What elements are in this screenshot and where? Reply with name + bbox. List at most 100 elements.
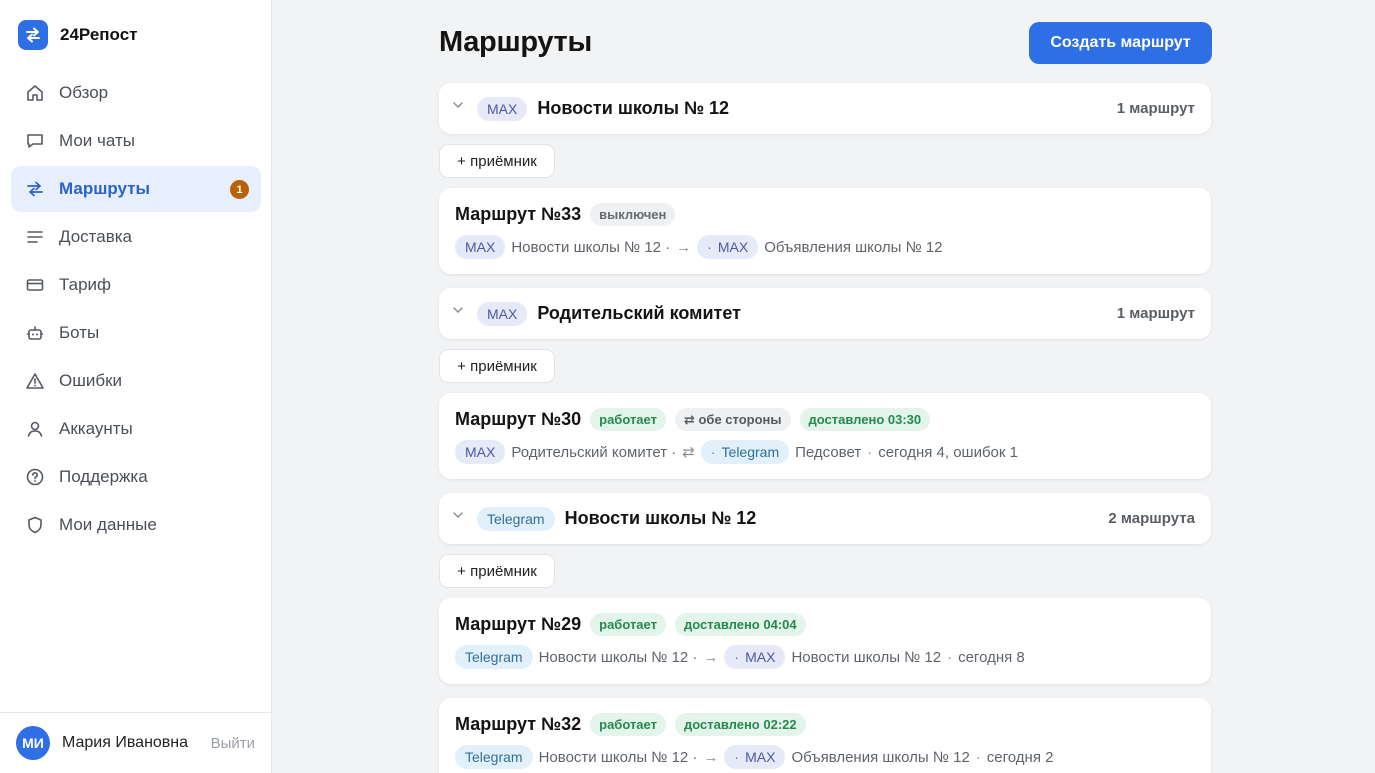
page-title: Маршруты	[439, 26, 592, 58]
group-route-count: 1 маршрут	[1116, 305, 1195, 322]
chevron-down-icon[interactable]	[453, 102, 465, 109]
sidebar-item-label: Доставка	[59, 227, 133, 246]
sidebar-item-accounts[interactable]: Аккаунты	[11, 406, 261, 452]
status-badge: работает	[590, 713, 666, 736]
sidebar-item-bots[interactable]: Боты	[11, 310, 261, 356]
route-stats: сегодня 8	[958, 648, 1025, 666]
shield-icon	[24, 514, 46, 536]
chat-icon	[24, 130, 46, 152]
home-icon	[24, 82, 46, 104]
warning-icon	[24, 370, 46, 392]
route-path: MAX Родительский комитет · ⇄ · Telegram П…	[455, 440, 1195, 464]
route-card[interactable]: Маршрут №30 работает ⇄ обе стороны доста…	[439, 393, 1211, 479]
sidebar-item-delivery[interactable]: Доставка	[11, 214, 261, 260]
sidebar-item-my-data[interactable]: Мои данные	[11, 502, 261, 548]
sidebar-item-label: Ошибки	[59, 371, 123, 390]
dot-icon: ·	[734, 749, 740, 765]
dot-icon: ·	[707, 239, 712, 255]
brand[interactable]: 24Репост	[18, 20, 138, 50]
sidebar-item-routes[interactable]: Маршруты 1	[11, 166, 261, 212]
platform-tag: MAX	[455, 440, 506, 464]
route-card[interactable]: Маршрут №32 работает доставлено 02:22 Te…	[439, 698, 1211, 773]
source-chat-name: Новости школы № 12 ·	[538, 748, 698, 766]
dot-icon: ·	[710, 444, 716, 460]
route-path: MAX Новости школы № 12 · → · MAX Объявлен…	[455, 235, 1195, 259]
route-stats: сегодня 4, ошибок 1	[878, 443, 1018, 461]
route-title: Маршрут №33	[455, 204, 582, 224]
platform-tag: MAX	[477, 301, 528, 326]
user-icon	[24, 418, 46, 440]
route-path: Telegram Новости школы № 12 · → · MAX Нов…	[455, 645, 1195, 669]
avatar[interactable]: МИ	[16, 726, 50, 760]
platform-tag: · MAX	[724, 645, 786, 669]
arrow-right-icon: →	[703, 748, 719, 766]
add-receiver-button[interactable]: + приёмник	[439, 144, 555, 178]
add-receiver-button[interactable]: + приёмник	[439, 554, 555, 588]
separator: ·	[975, 748, 981, 766]
status-badge: работает	[590, 613, 666, 636]
sidebar-item-label: Аккаунты	[59, 419, 133, 438]
sidebar-item-label: Тариф	[59, 275, 112, 294]
delivered-badge: доставлено 03:30	[799, 408, 931, 431]
chevron-down-icon[interactable]	[453, 307, 465, 314]
arrow-right-icon: →	[676, 238, 692, 256]
source-chat-name: Родительский комитет ·	[511, 443, 677, 461]
group-route-count: 1 маршрут	[1116, 100, 1195, 117]
bidirectional-arrow-icon: ⇄	[682, 444, 695, 461]
direction-badge: ⇄ обе стороны	[674, 408, 791, 431]
target-chat-name: Объявления школы № 12	[791, 748, 970, 766]
sidebar-item-label: Поддержка	[59, 467, 148, 486]
status-badge: работает	[590, 408, 666, 431]
logout-link[interactable]: Выйти	[211, 735, 255, 752]
dot-icon: ·	[734, 649, 740, 665]
sidebar-item-support[interactable]: Поддержка	[11, 454, 261, 500]
delivered-badge: доставлено 02:22	[674, 713, 806, 736]
sidebar-item-tariff[interactable]: Тариф	[11, 262, 261, 308]
create-route-button[interactable]: Создать маршрут	[1029, 22, 1212, 64]
route-group-header[interactable]: MAX Новости школы № 12 1 маршрут	[439, 83, 1211, 134]
sidebar-item-label: Маршруты	[59, 179, 151, 198]
sidebar-nav: Обзор Мои чаты Маршруты 1 Доставка Тариф…	[11, 70, 261, 550]
separator: ·	[867, 443, 873, 461]
arrow-right-icon: →	[703, 648, 719, 666]
list-icon	[24, 226, 46, 248]
group-title: Новости школы № 12	[564, 508, 757, 528]
platform-tag: · MAX	[697, 235, 759, 259]
route-group-header[interactable]: MAX Родительский комитет 1 маршрут	[439, 288, 1211, 339]
route-groups: MAX Новости школы № 12 1 маршрут + приём…	[439, 83, 1211, 773]
delivered-badge: доставлено 04:04	[674, 613, 806, 636]
platform-tag: Telegram	[455, 645, 533, 669]
route-title: Маршрут №30	[455, 409, 582, 429]
chevron-down-icon[interactable]	[453, 512, 465, 519]
route-card[interactable]: Маршрут №33 выключен MAX Новости школы №…	[439, 188, 1211, 274]
sidebar-item-errors[interactable]: Ошибки	[11, 358, 261, 404]
sidebar-item-label: Мои данные	[59, 515, 157, 534]
group-title: Новости школы № 12	[537, 98, 730, 118]
add-receiver-button[interactable]: + приёмник	[439, 349, 555, 383]
user-bar: МИ Мария Ивановна Выйти	[0, 712, 271, 773]
route-icon	[24, 178, 46, 200]
source-chat-name: Новости школы № 12 ·	[538, 648, 698, 666]
swap-arrows-icon	[18, 20, 48, 50]
bot-icon	[24, 322, 46, 344]
card-icon	[24, 274, 46, 296]
sidebar-item-label: Боты	[59, 323, 100, 342]
route-title: Маршрут №29	[455, 614, 582, 634]
brand-name: 24Репост	[60, 25, 138, 44]
platform-tag: Telegram	[477, 506, 555, 531]
route-group-header[interactable]: Telegram Новости школы № 12 2 маршрута	[439, 493, 1211, 544]
route-stats: сегодня 2	[986, 748, 1054, 766]
help-icon	[24, 466, 46, 488]
sidebar-item-chats[interactable]: Мои чаты	[11, 118, 261, 164]
sidebar-item-label: Мои чаты	[59, 131, 135, 150]
sidebar-item-overview[interactable]: Обзор	[11, 70, 261, 116]
group-title: Родительский комитет	[537, 303, 741, 323]
sidebar-item-label: Обзор	[59, 83, 109, 102]
route-card[interactable]: Маршрут №29 работает доставлено 04:04 Te…	[439, 598, 1211, 684]
platform-tag: MAX	[455, 235, 506, 259]
target-chat-name: Объявления школы № 12	[764, 238, 943, 256]
target-chat-name: Педсовет	[795, 443, 862, 461]
status-badge: выключен	[590, 203, 676, 226]
sidebar: 24Репост Обзор Мои чаты Маршруты 1 Доста…	[0, 0, 272, 773]
platform-tag: Telegram	[455, 745, 533, 769]
